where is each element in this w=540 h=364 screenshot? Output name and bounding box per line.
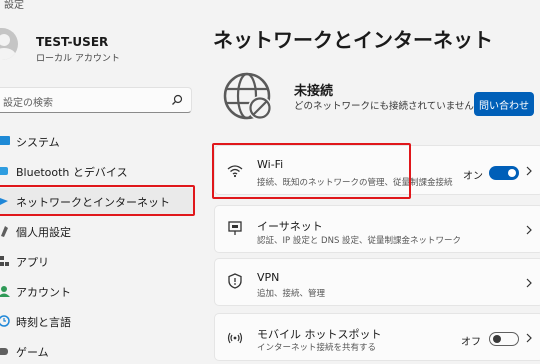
connection-status-title: 未接続 (294, 84, 334, 99)
globe-disconnected-icon (223, 72, 272, 120)
search-icon[interactable] (171, 94, 183, 106)
sidebar-item-personalization[interactable]: 個人用設定 (0, 218, 194, 244)
sidebar-item-label: システム (16, 136, 60, 149)
ethernet-icon (228, 221, 242, 235)
connection-status-description: どのネットワークにも接続されていません。 (294, 101, 484, 112)
card-title: モバイル ホットスポット (257, 328, 382, 341)
highlight-box-wifi (212, 143, 411, 199)
search-placeholder: 設定の検索 (3, 98, 53, 109)
card-vpn[interactable]: VPN 追加、接続、管理 (214, 258, 540, 306)
wifi-toggle[interactable] (489, 166, 519, 180)
sidebar-item-label: 個人用設定 (16, 226, 71, 239)
contact-button[interactable]: 問い合わせ (474, 92, 534, 116)
sidebar-item-apps[interactable]: アプリ (0, 248, 194, 274)
user-name: TEST-USER (36, 35, 109, 49)
sidebar-item-system[interactable]: システム (0, 128, 194, 154)
hotspot-icon (227, 332, 243, 344)
highlight-box-network (0, 185, 195, 216)
sidebar-item-label: 時刻と言語 (16, 316, 71, 329)
user-profile[interactable]: TEST-USER ローカル アカウント (0, 26, 194, 66)
wifi-toggle-label: オン (463, 171, 483, 182)
user-account-type: ローカル アカウント (36, 54, 120, 64)
time-language-icon (0, 315, 10, 327)
chevron-right-icon (526, 333, 532, 343)
sidebar-item-accounts[interactable]: アカウント (0, 278, 194, 304)
card-ethernet[interactable]: イーサネット 認証、IP 設定と DNS 設定、従量制課金ネットワーク (214, 205, 540, 253)
bluetooth-icon (0, 167, 8, 175)
hotspot-toggle-label: オフ (461, 337, 481, 348)
sidebar-item-gaming[interactable]: ゲーム (0, 338, 194, 364)
chevron-right-icon (526, 225, 532, 235)
sidebar-item-label: アプリ (16, 256, 49, 269)
search-input[interactable]: 設定の検索 (0, 87, 192, 113)
sidebar-item-label: アカウント (16, 286, 71, 299)
personalization-icon (1, 226, 8, 237)
card-description: インターネット接続を共有する (257, 343, 377, 353)
hotspot-toggle[interactable] (489, 332, 519, 346)
sidebar: TEST-USER ローカル アカウント 設定の検索 システム Bluetoot… (0, 0, 200, 359)
card-title: イーサネット (257, 220, 323, 233)
card-description: 認証、IP 設定と DNS 設定、従量制課金ネットワーク (257, 236, 462, 246)
page-title: ネットワークとインターネット (213, 28, 493, 52)
avatar (0, 28, 18, 60)
apps-icon (0, 256, 9, 266)
card-description: 追加、接続、管理 (257, 289, 326, 299)
sidebar-item-label: ゲーム (16, 346, 49, 359)
card-title: VPN (257, 271, 280, 284)
vpn-shield-icon (228, 273, 242, 289)
sidebar-item-bluetooth[interactable]: Bluetooth とデバイス (0, 158, 194, 184)
sidebar-item-label: Bluetooth とデバイス (16, 166, 128, 179)
system-icon (0, 136, 10, 145)
chevron-right-icon (526, 278, 532, 288)
sidebar-item-time-language[interactable]: 時刻と言語 (0, 308, 194, 334)
chevron-right-icon (526, 166, 532, 176)
gaming-icon (0, 348, 8, 355)
account-icon (0, 286, 10, 297)
